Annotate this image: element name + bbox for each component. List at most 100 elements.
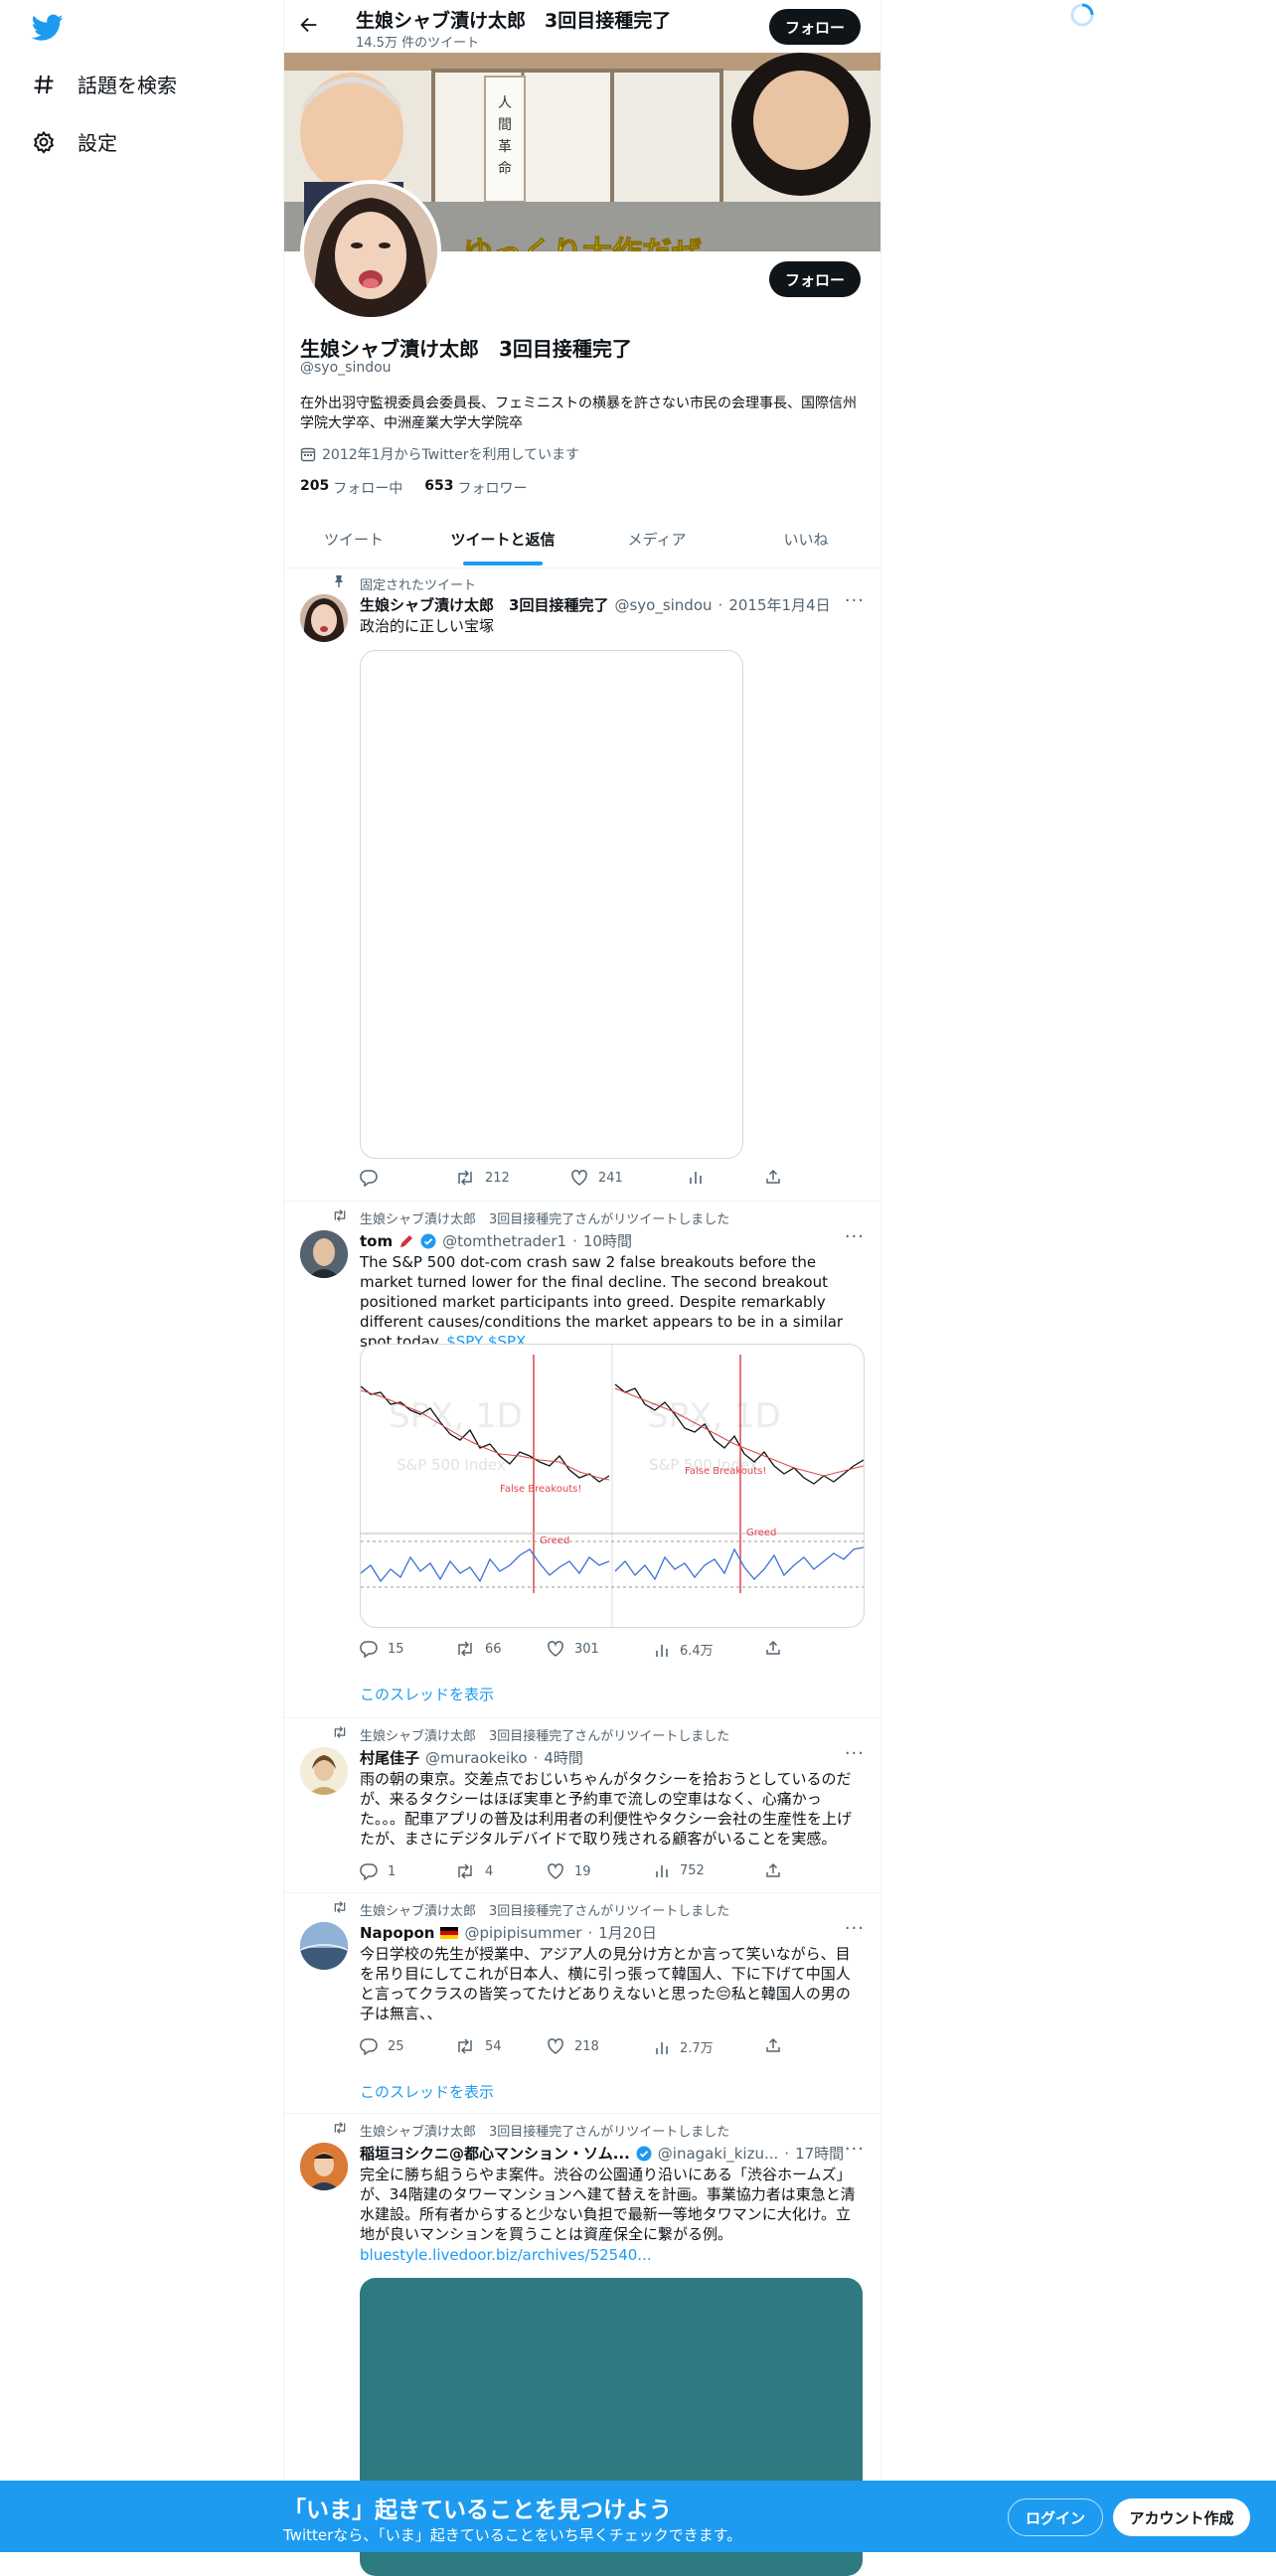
reply-button[interactable]: [360, 1169, 378, 1187]
retweet-icon: [332, 1725, 348, 1739]
tweet[interactable]: 固定されたツイート 生娘シャブ漬け太郎 3回目接種完了 @syo_sindou …: [284, 568, 880, 1202]
twitter-logo-icon[interactable]: [32, 14, 64, 42]
tab-tweets-and-replies[interactable]: ツイートと返信: [423, 509, 582, 568]
like-button[interactable]: 19: [547, 1862, 591, 1880]
following-label: フォロー中: [333, 481, 403, 497]
tweet-author-name[interactable]: 生娘シャブ漬け太郎 3回目接種完了: [360, 594, 608, 615]
signup-banner-subtitle: Twitterなら、「いま」起きていることをいち早くチェックできます。: [283, 2526, 742, 2544]
avatar[interactable]: [300, 1922, 348, 1970]
show-thread-link[interactable]: このスレッドを表示: [360, 2081, 494, 2102]
tweet-author-handle[interactable]: @inagaki_kizu...: [658, 2145, 778, 2163]
tab-likes[interactable]: いいね: [731, 509, 880, 568]
tweet-text: 雨の朝の東京。交差点でおじいちゃんがタクシーを拾おうとしているのだが、来るタクシ…: [360, 1770, 853, 1848]
retweet-icon: [455, 2037, 475, 2055]
banner-caption: ゆっくり大作だぜ: [463, 228, 703, 252]
retweet-button[interactable]: 4: [455, 1862, 493, 1880]
chart-annotation-right: False Breakouts!: [685, 1466, 767, 1477]
tweet-actions: 212 241: [360, 1169, 787, 1189]
tweet[interactable]: 生娘シャブ漬け太郎 3回目接種完了さんがリツイートしました 村尾佳子 @mura…: [284, 1717, 880, 1893]
tweet-author-handle[interactable]: @pipipisummer: [464, 1924, 581, 1942]
tweet-text: 完全に勝ち組うらやま案件。渋谷の公園通り沿いにある「渋谷ホームズ」が、34階建の…: [360, 2166, 856, 2243]
tweet[interactable]: 生娘シャブ漬け太郎 3回目接種完了さんがリツイートしました tom @tomth…: [284, 1201, 880, 1718]
more-options-icon[interactable]: ···: [845, 1743, 865, 1764]
profile-follow-button[interactable]: フォロー: [769, 261, 861, 297]
views-button[interactable]: 6.4万: [654, 1640, 714, 1659]
profile-header: 生娘シャブ漬け太郎 3回目接種完了 14.5万 件のツイート フォロー: [284, 0, 880, 53]
tweet[interactable]: 生娘シャブ漬け太郎 3回目接種完了さんがリツイートしました Napopon @p…: [284, 1892, 880, 2114]
tweet-link[interactable]: bluestyle.livedoor.biz/archives/52540...: [360, 2246, 652, 2264]
analytics-icon: [654, 2039, 670, 2055]
profile-joined: 2012年1月からTwitterを利用しています: [300, 444, 579, 464]
avatar[interactable]: [300, 2143, 348, 2190]
tweet-author-handle[interactable]: @tomthetrader1: [442, 1232, 566, 1250]
more-options-icon[interactable]: ···: [845, 590, 865, 611]
chart-greed-left: Greed: [540, 1535, 570, 1546]
tweet-author-name[interactable]: 稲垣ヨシクニ@都心マンション・ソム...: [360, 2143, 630, 2164]
share-icon: [765, 2037, 781, 2053]
tweet-author-name[interactable]: Napopon: [360, 1924, 434, 1942]
following-link[interactable]: 205 フォロー中: [300, 478, 402, 498]
followers-count: 653: [424, 478, 454, 494]
more-options-icon[interactable]: ···: [845, 2139, 865, 2160]
avatar[interactable]: [300, 1747, 348, 1795]
retweet-icon: [455, 1169, 475, 1187]
tweet-author-handle[interactable]: @muraokeiko: [425, 1749, 528, 1767]
share-button[interactable]: [765, 1640, 781, 1656]
reply-button[interactable]: 15: [360, 1640, 404, 1658]
share-button[interactable]: [765, 2037, 781, 2053]
analytics-icon: [688, 1169, 704, 1185]
more-options-icon[interactable]: ···: [845, 1918, 865, 1939]
views-button[interactable]: 2.7万: [654, 2037, 714, 2056]
tweet-time[interactable]: 2015年1月4日: [728, 594, 830, 615]
login-button[interactable]: ログイン: [1008, 2498, 1103, 2536]
profile-handle: @syo_sindou: [300, 360, 392, 376]
tweet-time[interactable]: 4時間: [544, 1747, 583, 1768]
like-button[interactable]: 301: [547, 1640, 599, 1658]
share-button[interactable]: [765, 1862, 781, 1878]
tab-tweets[interactable]: ツイート: [284, 509, 423, 568]
tweet-header: 稲垣ヨシクニ@都心マンション・ソム... @inagaki_kizu... · …: [360, 2143, 845, 2164]
avatar[interactable]: [300, 594, 348, 642]
tweet-text: 今日学校の先生が授業中、アジア人の見分け方とか言って笑いながら、目を吊り目にして…: [360, 1945, 851, 2022]
views-button[interactable]: 752: [654, 1862, 705, 1878]
tweet-author-name[interactable]: 村尾佳子: [360, 1747, 419, 1768]
retweet-button[interactable]: 212: [455, 1169, 510, 1187]
signup-button[interactable]: アカウント作成: [1113, 2498, 1250, 2536]
like-button[interactable]: 241: [570, 1169, 623, 1187]
tweet-author-name[interactable]: tom: [360, 1232, 393, 1250]
tweet-context: 生娘シャブ漬け太郎 3回目接種完了さんがリツイートしました: [334, 1208, 729, 1227]
tweet-time[interactable]: 17時間: [795, 2143, 844, 2164]
tweet-time[interactable]: 1月20日: [598, 1922, 657, 1943]
avatar[interactable]: [300, 1230, 348, 1278]
share-button[interactable]: [765, 1169, 781, 1185]
back-arrow-icon[interactable]: [298, 14, 320, 36]
tweet-context: 生娘シャブ漬け太郎 3回目接種完了さんがリツイートしました: [334, 1900, 729, 1919]
reply-button[interactable]: 1: [360, 1862, 396, 1880]
profile-name: 生娘シャブ漬け太郎 3回目接種完了: [300, 337, 632, 361]
retweet-button[interactable]: 66: [455, 1640, 502, 1658]
analytics-icon: [654, 1642, 670, 1658]
tweet-media-chart[interactable]: SPX, 1D S&P 500 Index SPX, 1D S&P 500 In…: [360, 1344, 865, 1628]
reply-icon: [360, 1640, 378, 1658]
pin-icon: [332, 574, 346, 588]
profile-avatar[interactable]: [300, 180, 441, 321]
verified-badge-icon: [636, 2146, 652, 2162]
tweet-time[interactable]: 10時間: [583, 1230, 632, 1251]
more-options-icon[interactable]: ···: [845, 1226, 865, 1247]
tweet-media[interactable]: [360, 650, 743, 1159]
views-button[interactable]: [688, 1169, 704, 1185]
tab-media[interactable]: メディア: [582, 509, 731, 568]
show-thread-link[interactable]: このスレッドを表示: [360, 1684, 494, 1704]
reply-button[interactable]: 25: [360, 2037, 404, 2055]
followers-link[interactable]: 653 フォロワー: [424, 478, 527, 498]
tweet-author-handle[interactable]: @syo_sindou: [614, 596, 712, 614]
header-follow-button[interactable]: フォロー: [769, 9, 861, 45]
sidebar-item-explore[interactable]: 話題を検索: [32, 70, 177, 98]
chart-subtitle-left: S&P 500 Index: [397, 1456, 506, 1474]
sidebar-item-settings[interactable]: 設定: [32, 127, 117, 156]
retweet-button[interactable]: 54: [455, 2037, 502, 2055]
tweet-actions: 1 4 19 752: [360, 1862, 787, 1882]
share-icon: [765, 1640, 781, 1656]
like-button[interactable]: 218: [547, 2037, 599, 2055]
header-title: 生娘シャブ漬け太郎 3回目接種完了: [356, 10, 672, 32]
